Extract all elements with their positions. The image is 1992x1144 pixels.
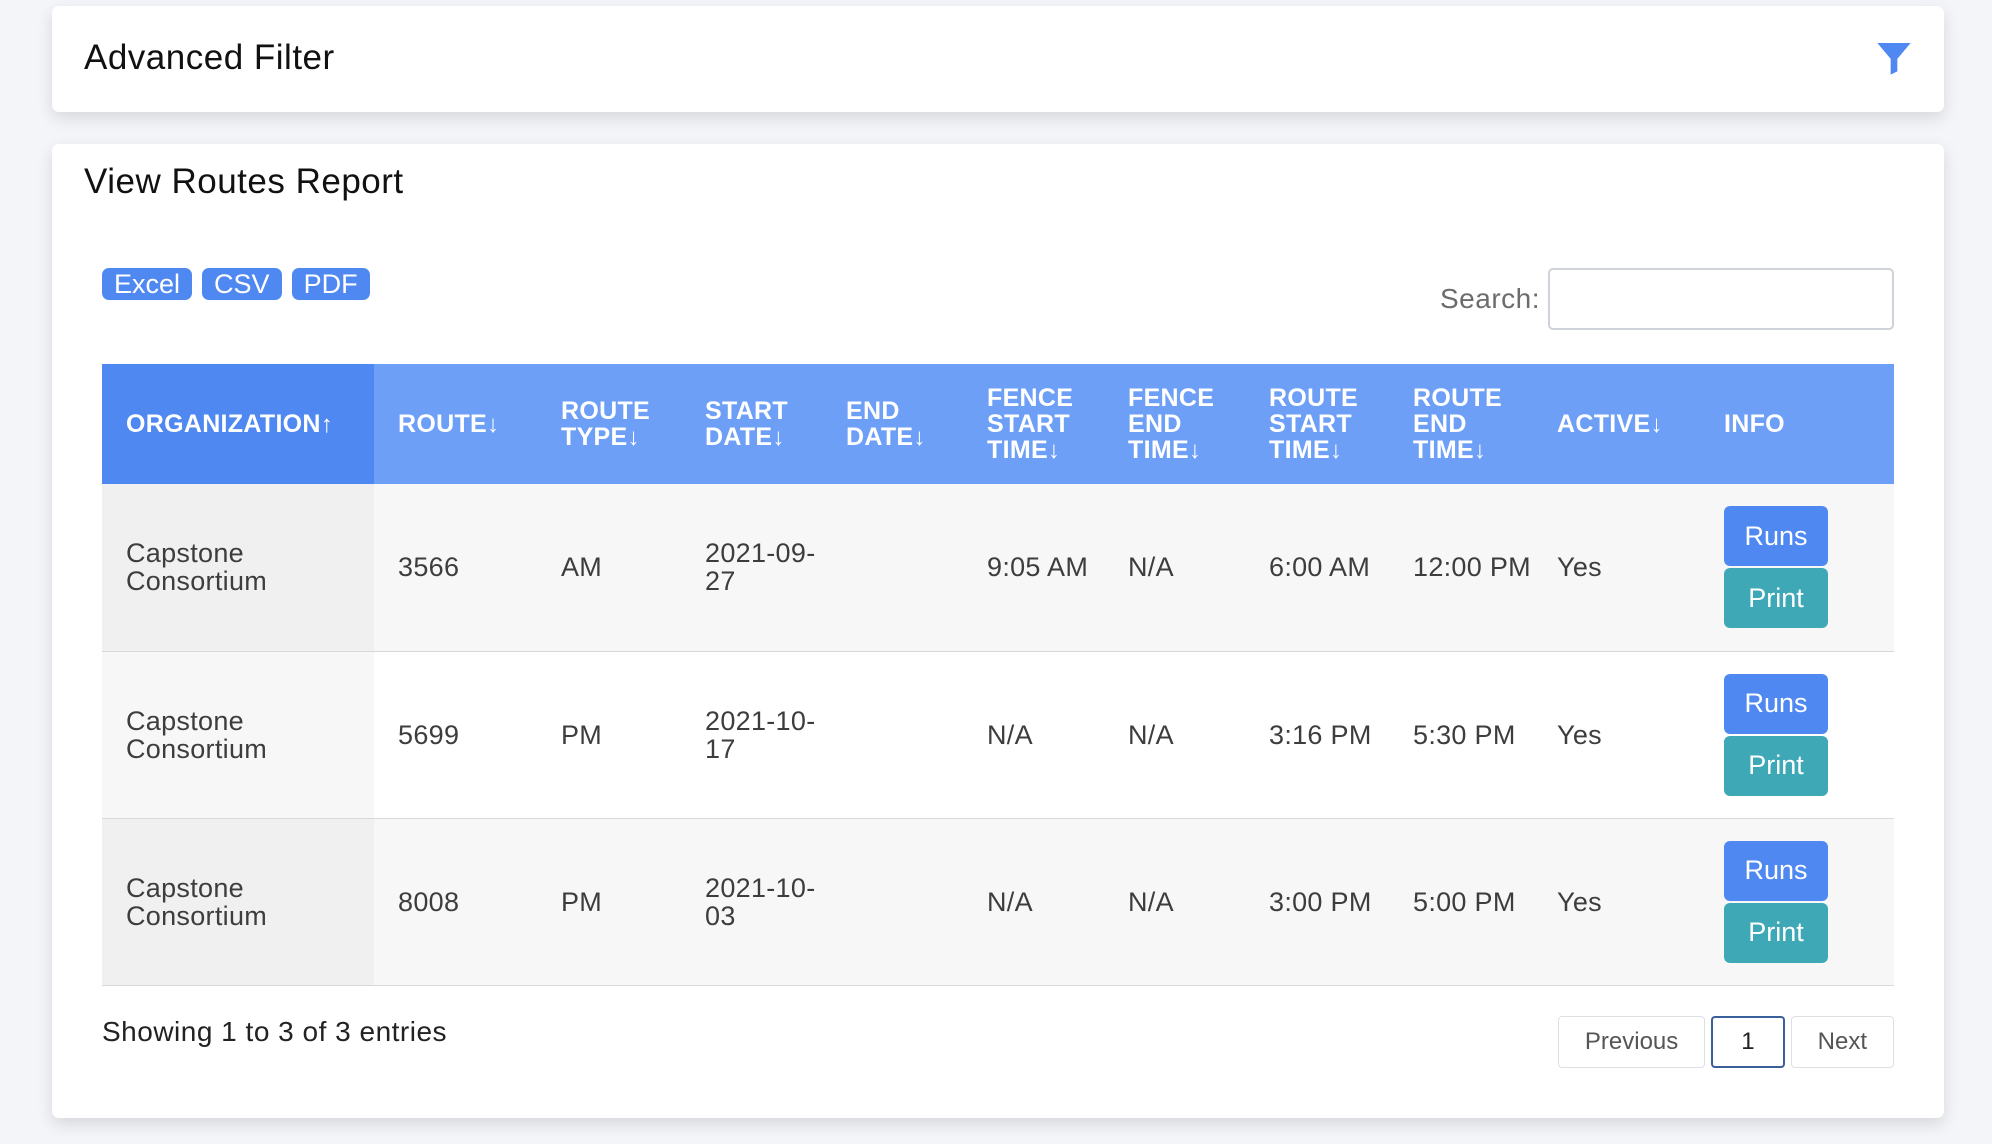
- cell-start-date: 2021-10-03: [705, 872, 816, 931]
- export-csv-button[interactable]: CSV: [202, 268, 282, 300]
- cell-info: Runs Print: [1700, 484, 1894, 651]
- page-1-button[interactable]: 1: [1711, 1016, 1785, 1068]
- column-header-label: FENCE START TIME: [987, 383, 1074, 464]
- cell-route-type: PM: [561, 719, 603, 750]
- column-header-label: FENCE END TIME: [1128, 383, 1215, 464]
- cell-route-start-time: 6:00 AM: [1269, 552, 1371, 583]
- cell-route-end-time: 12:00 PM: [1413, 552, 1531, 583]
- cell-fence-start-time: N/A: [987, 886, 1033, 917]
- runs-button[interactable]: Runs: [1724, 506, 1828, 567]
- cell-route: 5699: [398, 719, 460, 750]
- sort-desc-icon: ↓: [487, 410, 500, 438]
- cell-route-start-time: 3:16 PM: [1269, 719, 1372, 750]
- cell-info: Runs Print: [1700, 818, 1894, 985]
- cell-active: Yes: [1557, 719, 1602, 750]
- cell-route: 8008: [398, 886, 460, 917]
- cell-start-date: 2021-09-27: [705, 538, 816, 597]
- filter-icon[interactable]: [1874, 38, 1914, 78]
- cell-end-date: [822, 484, 963, 651]
- table-info-text: Showing 1 to 3 of 3 entries: [102, 1016, 448, 1047]
- column-header-route-type[interactable]: ROUTE TYPE↓: [537, 364, 681, 484]
- column-header-route[interactable]: ROUTE↓: [374, 364, 537, 484]
- routes-report-panel: View Routes Report Excel CSV PDF Search:…: [52, 144, 1944, 1118]
- sort-desc-icon: ↓: [627, 423, 640, 451]
- print-button[interactable]: Print: [1724, 568, 1828, 629]
- sort-desc-icon: ↓: [1047, 436, 1061, 464]
- advanced-filter-panel: Advanced Filter: [52, 6, 1944, 112]
- runs-button[interactable]: Runs: [1724, 840, 1828, 901]
- cell-end-date: [822, 651, 963, 818]
- advanced-filter-title: Advanced Filter: [84, 38, 335, 77]
- routes-table: ORGANIZATION↑ ROUTE↓ ROUTE TYPE↓ START D…: [102, 364, 1894, 986]
- search-input[interactable]: [1548, 268, 1894, 330]
- table-row: Capstone Consortium 8008 PM 2021-10-03 N…: [102, 818, 1894, 985]
- column-header-label: ROUTE END TIME: [1413, 383, 1502, 464]
- export-excel-button[interactable]: Excel: [102, 268, 193, 300]
- column-header-start-date[interactable]: START DATE↓: [681, 364, 822, 484]
- sort-desc-icon: ↓: [1473, 436, 1487, 464]
- cell-info: Runs Print: [1700, 651, 1894, 818]
- column-header-info: INFO: [1700, 364, 1894, 484]
- cell-route-end-time: 5:30 PM: [1413, 719, 1516, 750]
- sort-desc-icon: ↓: [1329, 436, 1343, 464]
- cell-organization: Capstone Consortium: [102, 484, 374, 651]
- sort-desc-icon: ↓: [1650, 410, 1663, 438]
- cell-active: Yes: [1557, 552, 1602, 583]
- sort-desc-icon: ↓: [1188, 436, 1202, 464]
- column-header-label: INFO: [1724, 410, 1785, 438]
- cell-active: Yes: [1557, 886, 1602, 917]
- table-row: Capstone Consortium 3566 AM 2021-09-27 9…: [102, 484, 1894, 651]
- sort-asc-icon: ↑: [320, 410, 334, 438]
- column-header-label: ROUTE START TIME: [1269, 383, 1358, 464]
- cell-route-start-time: 3:00 PM: [1269, 886, 1372, 917]
- column-header-organization[interactable]: ORGANIZATION↑: [102, 364, 374, 484]
- column-header-end-date[interactable]: END DATE↓: [822, 364, 963, 484]
- column-header-label: ROUTE: [398, 409, 487, 438]
- cell-fence-end-time: N/A: [1128, 886, 1174, 917]
- cell-start-date: 2021-10-17: [705, 705, 816, 764]
- cell-organization: Capstone Consortium: [102, 651, 374, 818]
- search-label: Search:: [1440, 283, 1540, 314]
- cell-fence-start-time: 9:05 AM: [987, 552, 1089, 583]
- column-header-label: ACTIVE: [1557, 409, 1651, 438]
- cell-end-date: [822, 818, 963, 985]
- export-pdf-button[interactable]: PDF: [291, 268, 370, 300]
- runs-button[interactable]: Runs: [1724, 673, 1828, 734]
- column-header-route-start-time[interactable]: ROUTE START TIME↓: [1245, 364, 1389, 484]
- export-buttons: Excel CSV PDF: [102, 268, 370, 300]
- column-header-label: END DATE: [846, 396, 914, 451]
- column-header-active[interactable]: ACTIVE↓: [1533, 364, 1700, 484]
- cell-route-end-time: 5:00 PM: [1413, 886, 1516, 917]
- column-header-fence-start-time[interactable]: FENCE START TIME↓: [963, 364, 1104, 484]
- print-button[interactable]: Print: [1724, 902, 1828, 963]
- cell-route-type: AM: [561, 552, 603, 583]
- cell-organization: Capstone Consortium: [102, 818, 374, 985]
- sort-desc-icon: ↓: [772, 423, 785, 451]
- cell-fence-end-time: N/A: [1128, 719, 1174, 750]
- next-page-button[interactable]: Next: [1790, 1016, 1894, 1068]
- column-header-fence-end-time[interactable]: FENCE END TIME↓: [1104, 364, 1245, 484]
- cell-route-type: PM: [561, 886, 603, 917]
- print-button[interactable]: Print: [1724, 735, 1828, 796]
- page-title: View Routes Report: [84, 162, 404, 201]
- cell-fence-end-time: N/A: [1128, 552, 1174, 583]
- sort-desc-icon: ↓: [913, 423, 926, 451]
- table-row: Capstone Consortium 5699 PM 2021-10-17 N…: [102, 651, 1894, 818]
- column-header-label: ORGANIZATION: [126, 409, 321, 438]
- search-area: Search:: [1440, 268, 1894, 330]
- cell-fence-start-time: N/A: [987, 719, 1033, 750]
- pagination: Previous 1 Next: [1557, 1016, 1894, 1068]
- cell-route: 3566: [398, 552, 460, 583]
- column-header-route-end-time[interactable]: ROUTE END TIME↓: [1389, 364, 1533, 484]
- table-header-row: ORGANIZATION↑ ROUTE↓ ROUTE TYPE↓ START D…: [102, 364, 1894, 484]
- previous-page-button[interactable]: Previous: [1557, 1016, 1706, 1068]
